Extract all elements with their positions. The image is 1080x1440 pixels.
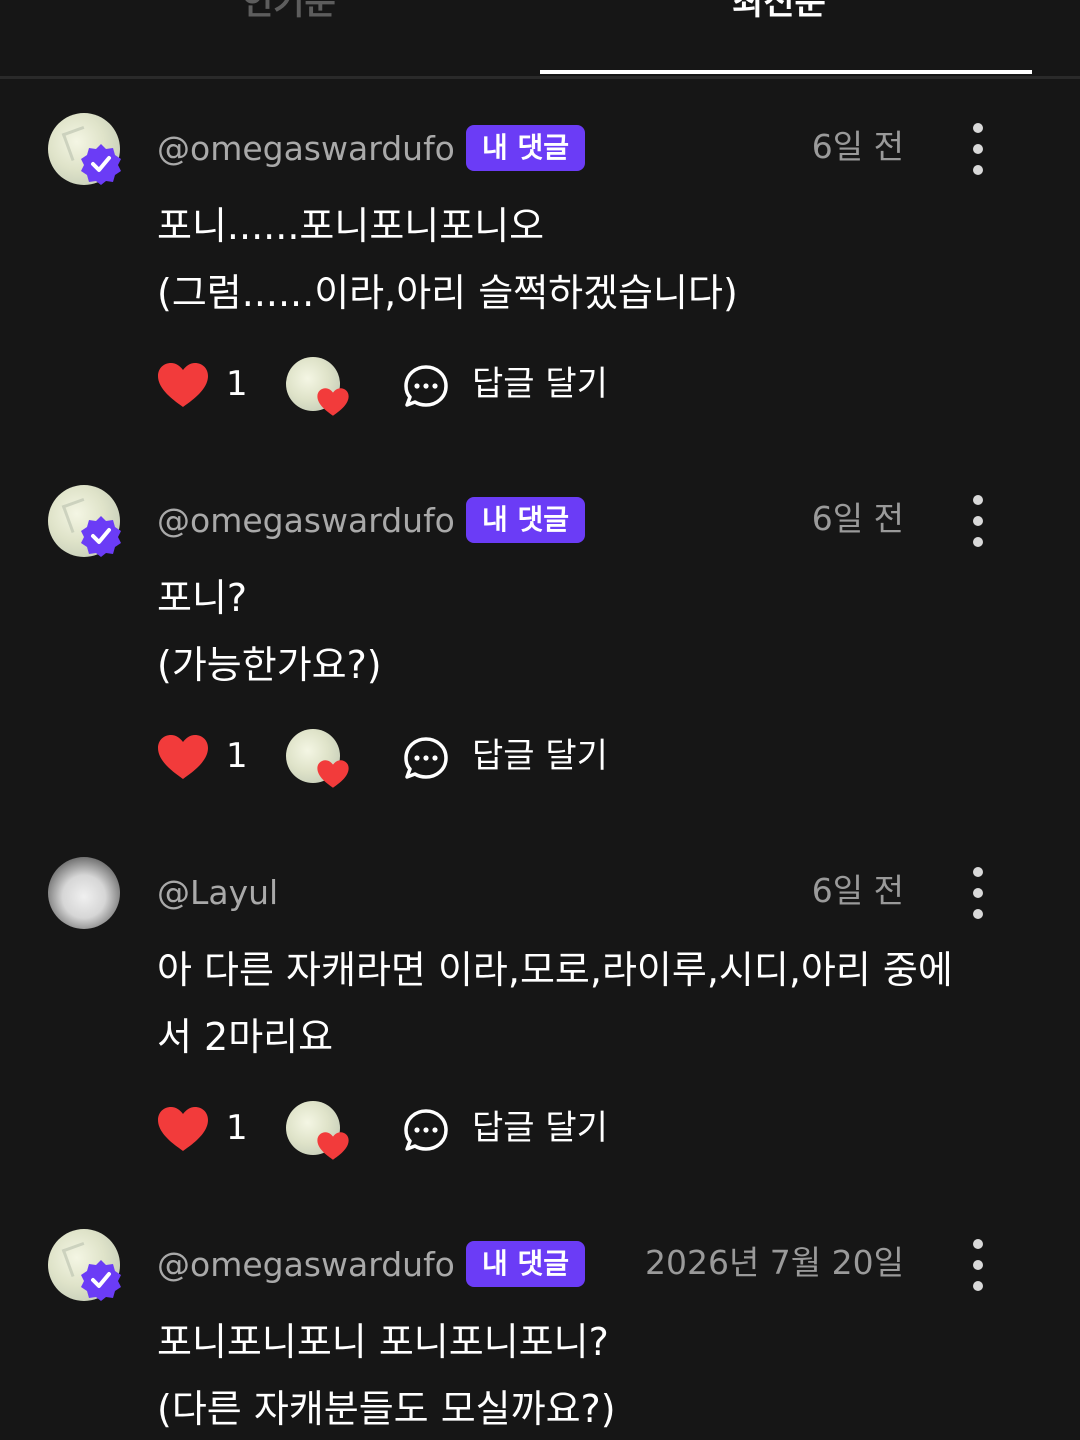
avatar[interactable] (48, 1229, 121, 1301)
heart-icon[interactable] (156, 361, 210, 409)
tab-popular[interactable]: 인기순 (242, 0, 336, 28)
like-count: 1 (226, 1108, 248, 1148)
sort-tabs: 인기순 최신순 (0, 0, 1080, 79)
like-count: 1 (226, 364, 248, 404)
comment-text-line: (다른 자캐분들도 모실까요?) (157, 1387, 616, 1431)
avatar[interactable] (48, 485, 121, 557)
comment-timestamp: 6일 전 (811, 871, 904, 910)
more-options-button[interactable] (960, 863, 996, 923)
creator-heart (286, 729, 356, 795)
avatar[interactable] (48, 857, 120, 929)
more-options-button[interactable] (960, 119, 996, 179)
small-heart-icon (317, 760, 349, 788)
chat-bubble-icon[interactable] (402, 735, 450, 783)
verified-badge-icon (81, 516, 121, 557)
avatar[interactable] (48, 113, 121, 185)
my-comment-badge: 내 댓글 (466, 1241, 586, 1287)
comment-text-line: (그럼......이라,아리 슬쩍하겠습니다) (157, 271, 738, 315)
more-options-button[interactable] (960, 1235, 996, 1295)
more-options-button[interactable] (960, 491, 996, 551)
comment-actions: 1 답글 달기 (0, 1101, 1080, 1161)
small-heart-icon (317, 388, 349, 416)
comment-text-line: 포니......포니포니포니오 (157, 204, 545, 248)
reply-button[interactable]: 답글 달기 (472, 1105, 608, 1151)
creator-heart (286, 357, 356, 423)
heart-icon[interactable] (156, 733, 210, 781)
comment-actions: 1 답글 달기 (0, 729, 1080, 789)
small-heart-icon (317, 1132, 349, 1160)
comment-item: @omegaswardufo 내 댓글 6일 전 포니......포니포니포니오… (0, 113, 1080, 473)
comment-username[interactable]: @omegaswardufo (157, 499, 455, 543)
my-comment-badge: 내 댓글 (466, 125, 586, 171)
comment-text-line: 포니포니포니 포니포니포니? (157, 1320, 609, 1364)
comment-text: 포니......포니포니포니오 (그럼......이라,아리 슬쩍하겠습니다) (157, 193, 1037, 327)
heart-icon[interactable] (156, 1105, 210, 1153)
comment-username[interactable]: @Layul (157, 871, 278, 915)
comment-text-line: 포니? (157, 576, 248, 620)
creator-heart (286, 1101, 356, 1167)
my-comment-badge: 내 댓글 (466, 497, 586, 543)
comment-text-line: 서 2마리요 (157, 1015, 334, 1059)
comment-item: @omegaswardufo 내 댓글 2026년 7월 20일 포니포니포니 … (0, 1229, 1080, 1440)
comment-timestamp: 6일 전 (811, 499, 904, 538)
comment-text: 포니포니포니 포니포니포니? (다른 자캐분들도 모실까요?) (157, 1309, 1037, 1440)
comment-timestamp: 2026년 7월 20일 (644, 1243, 904, 1282)
comment-actions: 1 답글 달기 (0, 357, 1080, 417)
comment-item: @omegaswardufo 내 댓글 6일 전 포니? (가능한가요?) 1 … (0, 485, 1080, 845)
comment-text: 아 다른 자캐라면 이라,모로,라이루,시디,아리 중에 서 2마리요 (157, 937, 1037, 1071)
comment-text-line: (가능한가요?) (157, 643, 382, 687)
comment-timestamp: 6일 전 (811, 127, 904, 166)
chat-bubble-icon[interactable] (402, 1107, 450, 1155)
comment-item: @Layul 6일 전 아 다른 자캐라면 이라,모로,라이루,시디,아리 중에… (0, 857, 1080, 1217)
verified-badge-icon (81, 1260, 121, 1301)
verified-badge-icon (81, 144, 121, 185)
comment-username[interactable]: @omegaswardufo (157, 1243, 455, 1287)
tab-latest[interactable]: 최신순 (732, 0, 826, 28)
comment-text-line: 아 다른 자캐라면 이라,모로,라이루,시디,아리 중에 (157, 948, 953, 992)
comment-text: 포니? (가능한가요?) (157, 565, 1037, 699)
like-count: 1 (226, 736, 248, 776)
reply-button[interactable]: 답글 달기 (472, 733, 608, 779)
reply-button[interactable]: 답글 달기 (472, 361, 608, 407)
comment-username[interactable]: @omegaswardufo (157, 127, 455, 171)
chat-bubble-icon[interactable] (402, 363, 450, 411)
avatar-image (48, 857, 120, 929)
active-tab-indicator (540, 70, 1032, 74)
